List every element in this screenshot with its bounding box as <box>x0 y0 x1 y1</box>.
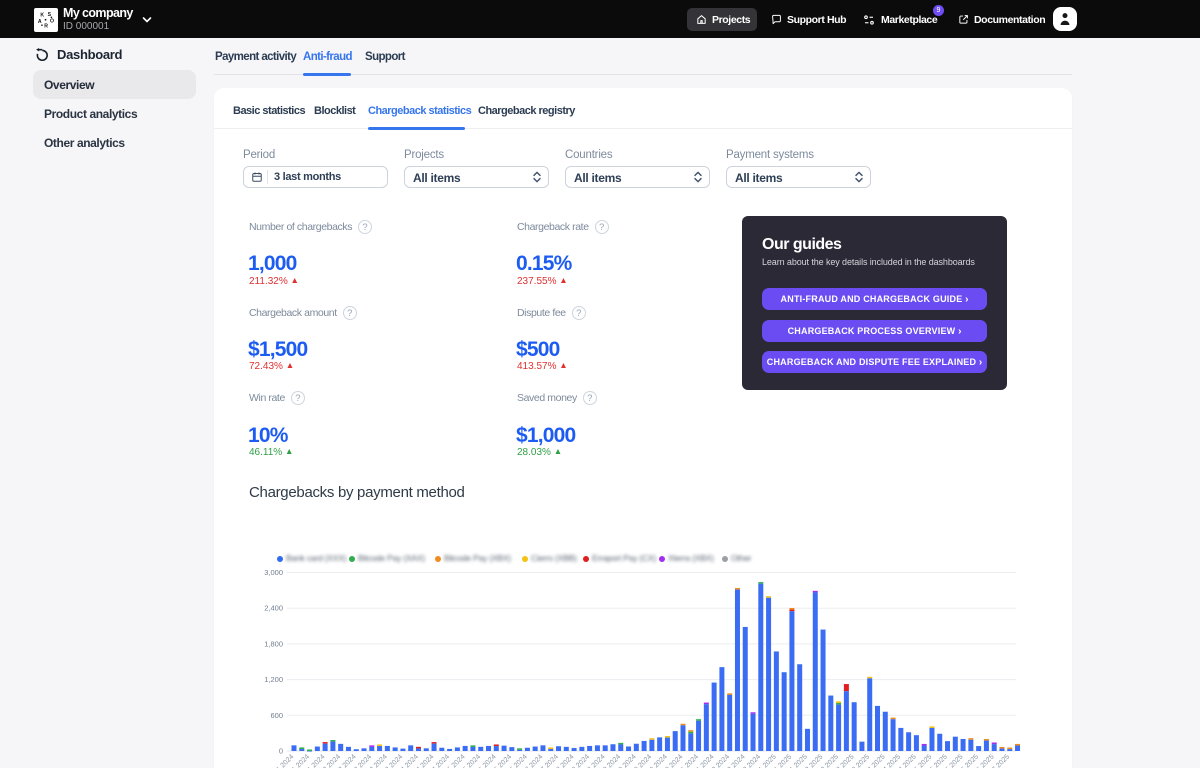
svg-text:0: 0 <box>279 747 283 756</box>
svg-text:O: O <box>50 18 54 24</box>
svg-text:1,200: 1,200 <box>264 675 283 684</box>
svg-text:K: K <box>40 13 44 19</box>
svg-text:A: A <box>38 19 42 25</box>
svg-text:3,000: 3,000 <box>264 568 283 577</box>
svg-text:01.01.2024: 01.01.2024 <box>266 753 296 768</box>
svg-text:1,800: 1,800 <box>264 639 283 648</box>
svg-text:2,400: 2,400 <box>264 604 283 613</box>
svg-text:R: R <box>44 23 48 29</box>
svg-text:600: 600 <box>270 711 283 720</box>
